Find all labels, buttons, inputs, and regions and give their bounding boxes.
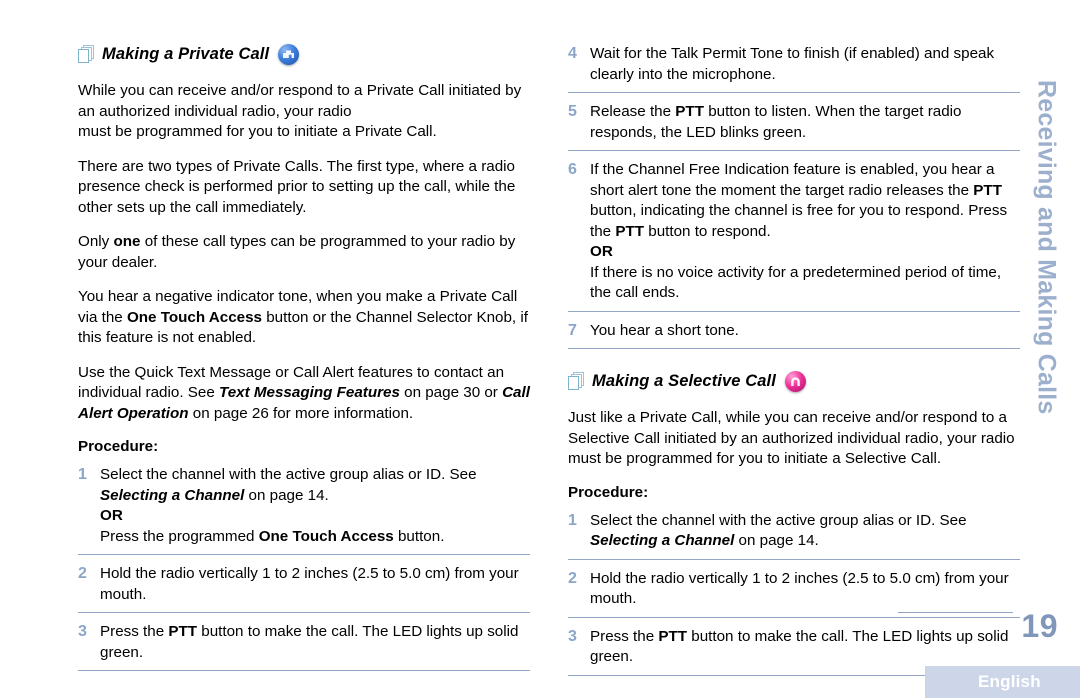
text-run: Select the channel with the active group… xyxy=(100,466,477,483)
step-item: 7 You hear a short tone. xyxy=(568,321,1020,349)
term-one-touch-access: One Touch Access xyxy=(258,527,394,545)
text-run: on page 26 for more information. xyxy=(188,404,414,422)
step-text: Select the channel with the active group… xyxy=(100,465,530,547)
procedure-label-right: Procedure: xyxy=(568,483,649,501)
cross-reference-selecting-a-channel: Selecting a Channel xyxy=(590,532,735,549)
step-text: Press the PTT button to make the call. T… xyxy=(100,622,530,663)
step-text: If the Channel Free Indication feature i… xyxy=(590,160,1020,304)
stacked-pages-icon xyxy=(78,45,95,64)
chapter-side-tab: Receiving and Making Calls xyxy=(1026,80,1066,500)
folio-rule xyxy=(898,612,1013,613)
step-item: 1 Select the channel with the active gro… xyxy=(78,465,530,555)
selective-call-icon xyxy=(784,371,806,392)
right-column: 4 Wait for the Talk Permit Tone to finis… xyxy=(568,44,1020,676)
text-run: While you can receive and/or respond to … xyxy=(78,82,522,120)
text-run: Press the programmed xyxy=(100,527,259,545)
paragraph-private-call-types: There are two types of Private Calls. Th… xyxy=(78,157,516,216)
text-run: on page 14. xyxy=(244,486,329,504)
text-run: If there is no voice activity for a pred… xyxy=(590,263,1002,302)
text-run: must be programmed for you to initiate a… xyxy=(78,123,437,140)
procedure-label-left: Procedure: xyxy=(78,438,159,455)
cross-reference-text-messaging: Text Messaging Features xyxy=(219,384,400,401)
step-item: 2 Hold the radio vertically 1 to 2 inche… xyxy=(78,564,530,613)
paragraph-private-call-intro: While you can receive and/or respond to … xyxy=(78,81,530,143)
text-run: of these call types can be programmed to… xyxy=(78,233,516,271)
paragraph-negative-tone: You hear a negative indicator tone, when… xyxy=(78,287,530,349)
page-title: Making a Selective Call xyxy=(592,372,776,390)
step-number: 1 xyxy=(78,466,87,483)
step-item: 3 Press the PTT button to make the call.… xyxy=(78,622,530,671)
paragraph-one-call-type: Only one of these call types can be prog… xyxy=(78,232,530,273)
chapter-side-tab-label: Receiving and Making Calls xyxy=(1032,80,1061,415)
text-run: Release the xyxy=(590,103,676,120)
step-number: 2 xyxy=(568,569,577,587)
section-heading-selective-call: Making a Selective Call xyxy=(568,371,1020,392)
step-number: 7 xyxy=(568,321,577,339)
emphasis-one: one xyxy=(113,233,141,250)
step-text: Wait for the Talk Permit Tone to finish … xyxy=(590,45,995,83)
step-number: 3 xyxy=(78,623,87,640)
cross-reference-selecting-a-channel: Selecting a Channel xyxy=(100,486,245,504)
step-text: Select the channel with the active group… xyxy=(590,511,1020,552)
term-one-touch-access: One Touch Access xyxy=(126,308,263,326)
page-title: Making a Private Call xyxy=(102,45,270,63)
step-item: 1 Select the channel with the active gro… xyxy=(568,511,1020,560)
footer-language-label: English xyxy=(978,672,1041,691)
procedure-steps-selective-call: 1 Select the channel with the active gro… xyxy=(568,511,1020,676)
step-text: Release the PTT button to listen. When t… xyxy=(590,102,1020,143)
left-column: Making a Private Call While you can rece… xyxy=(78,44,530,671)
text-run: If the Channel Free Indication feature i… xyxy=(590,161,995,199)
step-item: 2 Hold the radio vertically 1 to 2 inche… xyxy=(568,569,1020,618)
procedure-steps-private-call: 1 Select the channel with the active gro… xyxy=(78,465,530,671)
term-ptt: PTT xyxy=(973,181,1002,199)
step-text: Hold the radio vertically 1 to 2 inches … xyxy=(100,565,519,603)
term-ptt: PTT xyxy=(658,627,688,645)
text-run: Press the xyxy=(590,627,659,645)
page-number: 19 xyxy=(1021,608,1058,644)
term-ptt: PTT xyxy=(168,623,198,640)
section-heading-private-call: Making a Private Call xyxy=(78,44,530,65)
text-run: on page 14. xyxy=(734,532,819,549)
private-call-icon xyxy=(278,44,300,65)
step-text: Hold the radio vertically 1 to 2 inches … xyxy=(590,569,1009,608)
step-number: 4 xyxy=(568,45,577,62)
step-number: 1 xyxy=(568,511,577,529)
text-run: button to respond. xyxy=(644,222,771,240)
paragraph-selective-call-intro: Just like a Private Call, while you can … xyxy=(568,409,1015,467)
step-text: You hear a short tone. xyxy=(590,321,739,339)
term-ptt: PTT xyxy=(615,222,645,240)
step-text: Press the PTT button to make the call. T… xyxy=(590,627,1020,668)
step-number: 3 xyxy=(568,627,577,645)
text-run: button. xyxy=(393,527,445,545)
text-run: Only xyxy=(78,233,114,250)
term-ptt: PTT xyxy=(675,103,704,120)
text-run: on page 30 or xyxy=(399,384,503,401)
text-run: Select the channel with the active group… xyxy=(590,511,967,529)
manual-page: Making a Private Call While you can rece… xyxy=(0,0,1080,698)
paragraph-quick-text-reference: Use the Quick Text Message or Call Alert… xyxy=(78,363,530,425)
step-item: 5 Release the PTT button to listen. When… xyxy=(568,102,1020,151)
stacked-pages-icon xyxy=(568,372,585,391)
alternative-or-label: OR xyxy=(100,507,123,524)
alternative-or-label: OR xyxy=(590,243,613,260)
step-number: 6 xyxy=(568,161,577,178)
step-number: 5 xyxy=(568,103,577,120)
step-number: 2 xyxy=(78,565,87,582)
step-item: 6 If the Channel Free Indication feature… xyxy=(568,160,1020,312)
step-item: 4 Wait for the Talk Permit Tone to finis… xyxy=(568,44,1020,93)
procedure-steps-private-call-continued: 4 Wait for the Talk Permit Tone to finis… xyxy=(568,44,1020,349)
footer-language-band: English xyxy=(925,666,1080,698)
text-run: Press the xyxy=(100,623,169,640)
